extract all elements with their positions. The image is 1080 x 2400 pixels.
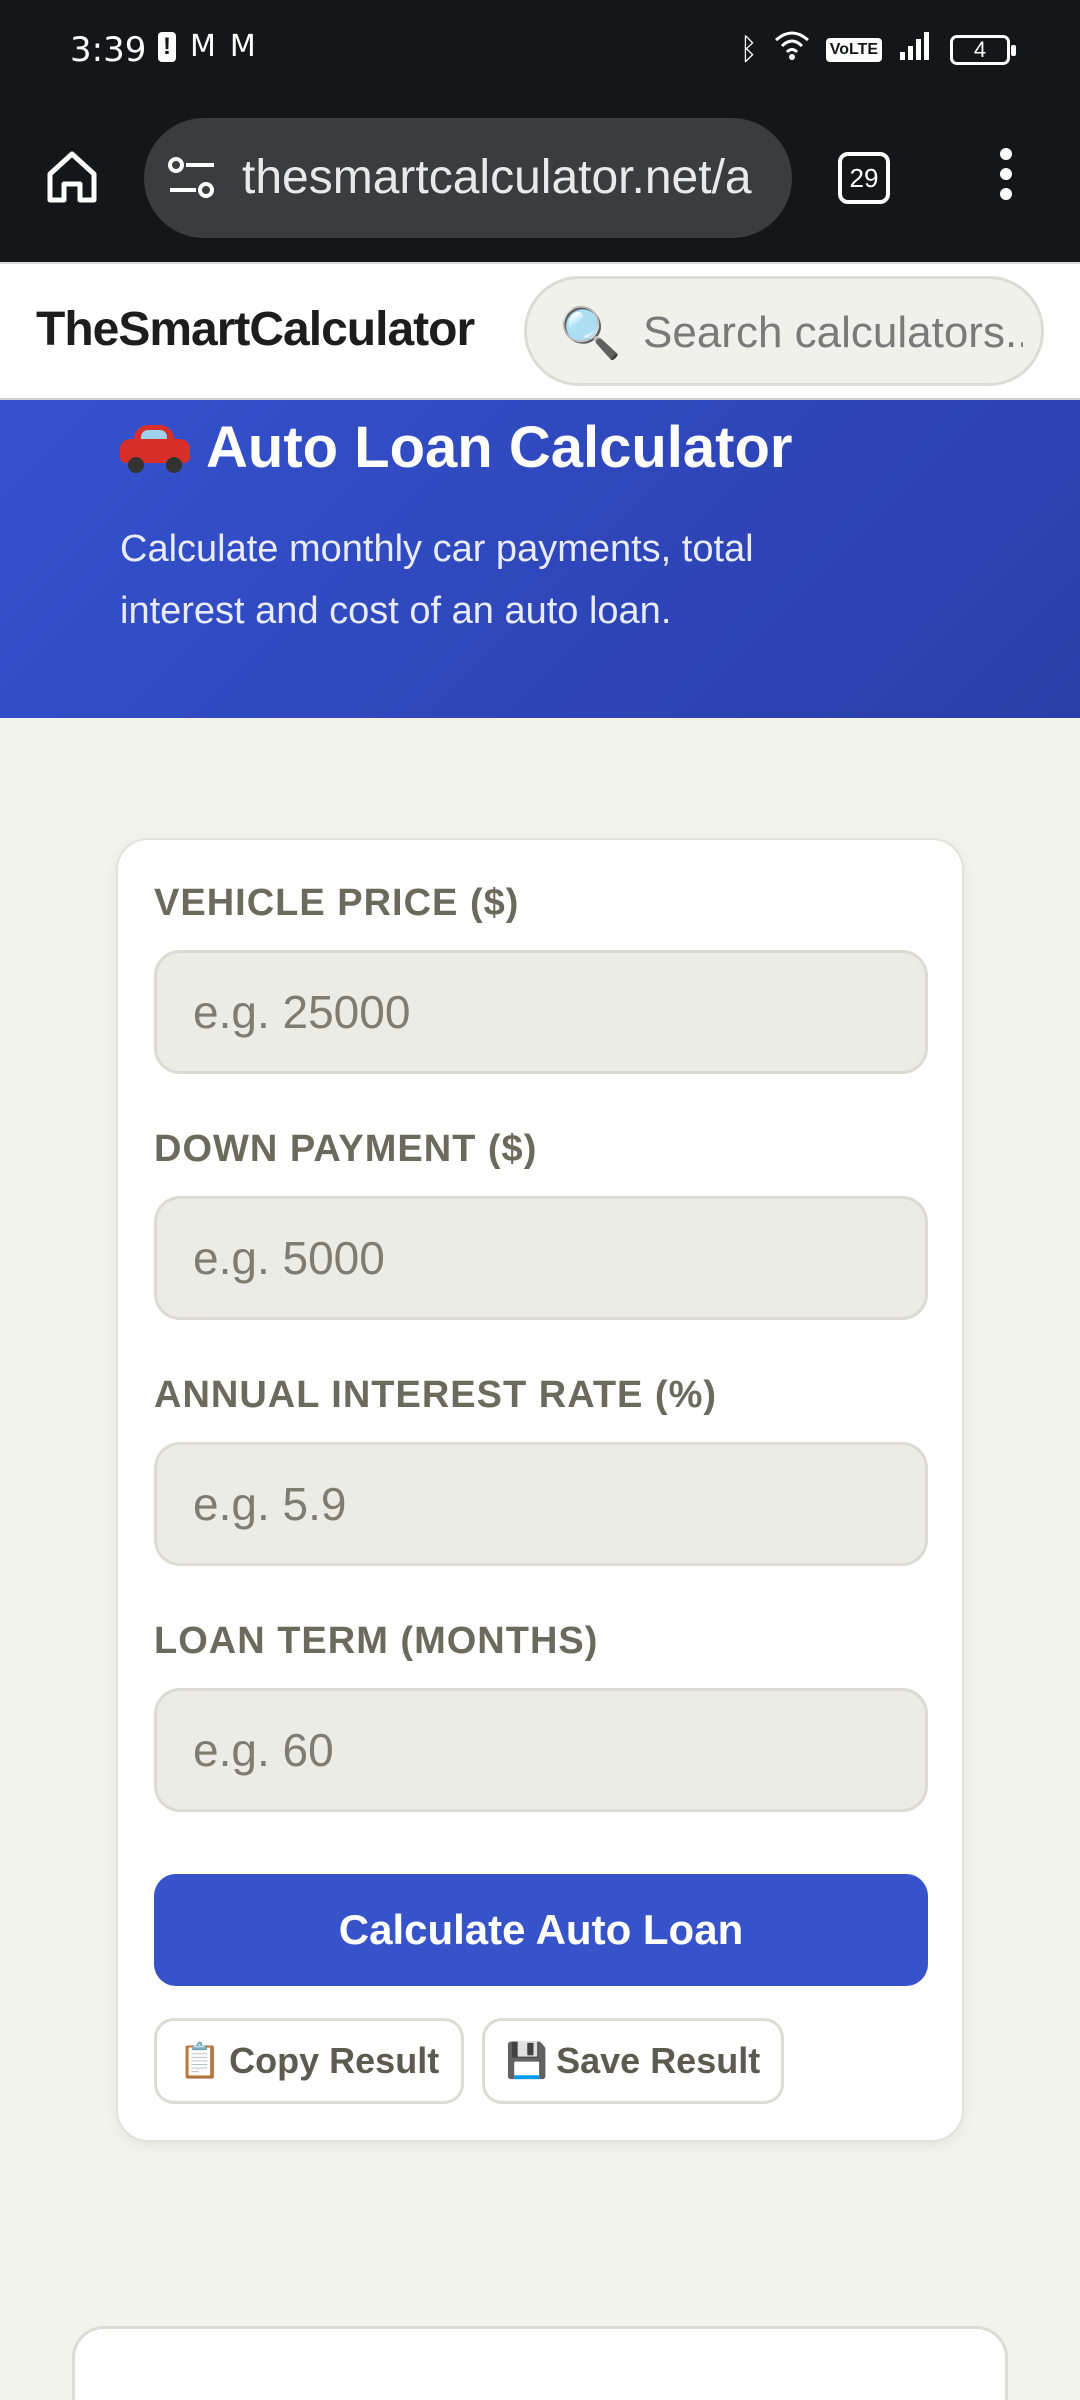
calculator-form: VEHICLE PRICE ($) DOWN PAYMENT ($) ANNUA… xyxy=(116,838,964,2142)
car-icon xyxy=(120,424,190,473)
tab-switcher-button[interactable]: 29 xyxy=(838,152,890,204)
home-icon xyxy=(47,151,97,203)
hero-banner: Auto Loan Calculator Calculate monthly c… xyxy=(0,400,1080,718)
interest-rate-label: ANNUAL INTEREST RATE (%) xyxy=(154,1374,718,1416)
down-payment-input[interactable] xyxy=(154,1196,928,1320)
results-card xyxy=(72,2326,1008,2400)
search-input[interactable] xyxy=(643,303,1023,363)
site-header: TheSmartCalculator 🔍 xyxy=(0,262,1080,400)
more-menu-icon[interactable] xyxy=(996,148,1016,208)
battery-icon: 4 xyxy=(950,34,1016,65)
search-box[interactable]: 🔍 xyxy=(524,276,1044,386)
page-title-text: Auto Loan Calculator xyxy=(206,415,793,480)
page-description: Calculate monthly car payments, total in… xyxy=(120,528,754,632)
bluetooth-icon: ᛒ xyxy=(739,31,758,67)
alert-icon: ! xyxy=(158,32,176,62)
wifi-icon xyxy=(774,30,810,69)
save-result-label: Save Result xyxy=(556,2040,761,2081)
interest-rate-input[interactable] xyxy=(154,1442,928,1566)
status-bar: 3:39 ! M M ᛒ VoLTE 4 xyxy=(0,0,1080,104)
calculate-button[interactable]: Calculate Auto Loan xyxy=(154,1874,928,1986)
signal-icon xyxy=(898,30,934,69)
system-icons: ᛒ VoLTE 4 xyxy=(739,30,1016,69)
gmail-icon: M xyxy=(229,29,256,64)
volte-icon: VoLTE xyxy=(825,37,882,62)
copy-result-label: Copy Result xyxy=(229,2040,440,2081)
save-result-button[interactable]: 💾 Save Result xyxy=(482,2018,784,2104)
status-time: 3:39 xyxy=(70,30,147,70)
loan-term-input[interactable] xyxy=(154,1688,928,1812)
url-text[interactable]: thesmartcalculator.net/a xyxy=(242,148,772,208)
url-bar[interactable]: thesmartcalculator.net/a xyxy=(144,118,792,238)
clipboard-icon: 📋 xyxy=(178,2041,222,2081)
vehicle-price-input[interactable] xyxy=(154,950,928,1074)
loan-term-label: LOAN TERM (MONTHS) xyxy=(154,1620,599,1662)
copy-result-button[interactable]: 📋 Copy Result xyxy=(154,2018,464,2104)
browser-toolbar: thesmartcalculator.net/a 29 xyxy=(0,104,1080,262)
search-icon: 🔍 xyxy=(559,305,622,361)
site-settings-icon[interactable] xyxy=(166,156,218,200)
notification-icons: ! M M xyxy=(158,32,256,62)
gmail-icon: M xyxy=(190,29,216,64)
vehicle-price-label: VEHICLE PRICE ($) xyxy=(154,882,520,924)
down-payment-label: DOWN PAYMENT ($) xyxy=(154,1128,538,1170)
page-title: Auto Loan Calculator xyxy=(120,414,792,481)
home-button[interactable] xyxy=(40,144,104,208)
floppy-disk-icon: 💾 xyxy=(505,2041,549,2081)
site-logo[interactable]: TheSmartCalculator xyxy=(36,302,475,357)
